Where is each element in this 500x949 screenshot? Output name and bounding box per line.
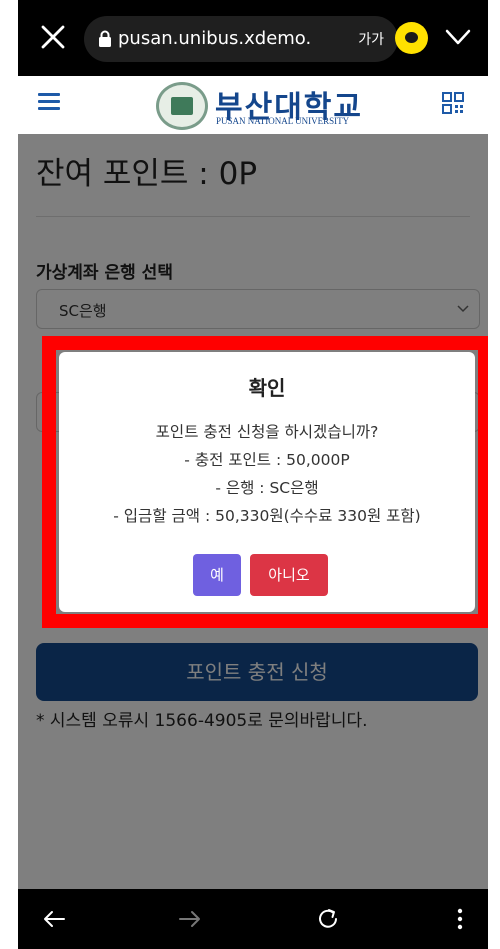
dialog-amount-line: - 입금할 금액 : 50,330원(수수료 330원 포함)	[113, 507, 421, 525]
dialog-points-line: - 충전 포인트 : 50,000P	[184, 451, 350, 469]
qr-code-icon[interactable]	[442, 92, 464, 114]
yes-button[interactable]: 예	[193, 554, 241, 596]
dialog-bank-line: - 은행 : SC은행	[215, 479, 319, 497]
dialog-message: 포인트 충전 신청을 하시겠습니까? - 충전 포인트 : 50,000P - …	[59, 418, 475, 530]
browser-nav-bar	[18, 889, 488, 949]
phone-screen: pusan.unibus.xdemo. 가가 부산대학교 PUSAN NATIO…	[18, 0, 488, 949]
refresh-icon[interactable]	[314, 905, 342, 933]
back-arrow-icon[interactable]	[40, 905, 68, 933]
dialog-title: 확인	[248, 376, 286, 400]
dialog-question: 포인트 충전 신청을 하시겠습니까?	[155, 423, 379, 441]
address-bar[interactable]: pusan.unibus.xdemo. 가가	[84, 16, 398, 62]
url-text: pusan.unibus.xdemo.	[118, 28, 312, 49]
site-header: 부산대학교 PUSAN NATIONAL UNIVERSITY	[18, 76, 488, 134]
no-button[interactable]: 아니오	[250, 554, 328, 596]
kakao-talk-icon[interactable]	[395, 22, 428, 54]
university-name-en: PUSAN NATIONAL UNIVERSITY	[216, 116, 350, 126]
close-icon[interactable]	[38, 22, 68, 52]
chevron-down-icon[interactable]	[443, 24, 473, 50]
browser-toolbar: pusan.unibus.xdemo. 가가	[18, 0, 488, 76]
confirm-dialog: 확인 포인트 충전 신청을 하시겠습니까? - 충전 포인트 : 50,000P…	[59, 352, 475, 612]
forward-arrow-icon[interactable]	[176, 905, 204, 933]
menu-icon[interactable]	[38, 93, 60, 111]
university-emblem	[156, 82, 208, 130]
text-size-button[interactable]: 가가	[358, 29, 384, 49]
lock-icon	[99, 30, 111, 47]
more-options-icon[interactable]	[446, 905, 474, 933]
